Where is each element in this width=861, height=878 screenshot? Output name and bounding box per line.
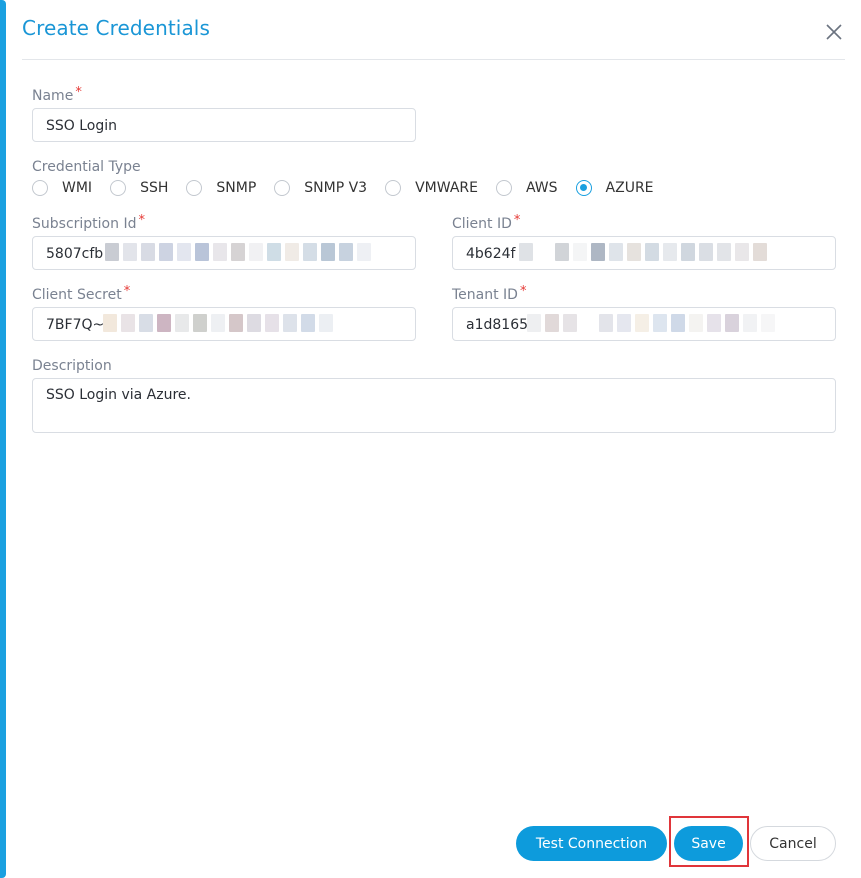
description-value: SSO Login via Azure. — [46, 387, 191, 403]
save-button[interactable]: Save — [674, 826, 743, 861]
client-secret-value: 7BF7Q~ — [46, 317, 105, 333]
tenant-id-input[interactable]: a1d8165 — [452, 307, 836, 341]
client-id-value: 4b624f — [466, 246, 516, 262]
subscription-id-value: 5807cfb — [46, 246, 104, 262]
credential-type-label: Credential Type — [32, 159, 141, 175]
radio-aws[interactable]: AWS — [495, 180, 558, 196]
redacted-blur — [527, 314, 779, 334]
radio-wmi[interactable]: WMI — [32, 180, 92, 196]
tenant-id-value: a1d8165 — [466, 317, 529, 333]
test-connection-button[interactable]: Test Connection — [516, 826, 667, 861]
radio-circle — [495, 180, 512, 196]
description-label: Description — [32, 358, 112, 374]
radio-circle — [110, 180, 127, 196]
header-divider — [22, 59, 845, 60]
dialog-title: Create Credentials — [22, 16, 210, 40]
radio-ssh[interactable]: SSH — [110, 180, 168, 196]
radio-circle-selected — [575, 180, 592, 196]
client-id-input[interactable]: 4b624f — [452, 236, 836, 270]
name-input-value: SSO Login — [46, 118, 118, 134]
cancel-button[interactable]: Cancel — [750, 826, 836, 861]
radio-azure[interactable]: AZURE — [575, 180, 654, 196]
radio-circle — [385, 180, 402, 196]
redacted-blur — [519, 243, 771, 263]
client-id-label: Client ID * — [452, 213, 521, 232]
create-credentials-dialog: Create Credentials Name * SSO Login Crede… — [6, 0, 861, 878]
tenant-id-label: Tenant ID * — [452, 284, 527, 303]
redacted-blur — [105, 243, 375, 263]
radio-circle — [32, 180, 48, 196]
radio-snmp-v3[interactable]: SNMP V3 — [274, 180, 367, 196]
subscription-id-label: Subscription Id * — [32, 213, 145, 232]
client-secret-label: Client Secret * — [32, 284, 131, 303]
redacted-blur — [103, 314, 337, 334]
name-input[interactable]: SSO Login — [32, 108, 416, 142]
credential-type-radio-group: WMI SSH SNMP SNMP V3 VMWARE AWS AZURE — [32, 180, 672, 196]
subscription-id-input[interactable]: 5807cfb — [32, 236, 416, 270]
close-icon[interactable] — [824, 22, 844, 42]
radio-circle — [274, 180, 291, 196]
radio-circle — [186, 180, 203, 196]
radio-snmp[interactable]: SNMP — [186, 180, 256, 196]
name-label: Name * — [32, 85, 82, 104]
description-textarea[interactable]: SSO Login via Azure. — [32, 378, 836, 433]
radio-vmware[interactable]: VMWARE — [385, 180, 478, 196]
client-secret-input[interactable]: 7BF7Q~ — [32, 307, 416, 341]
